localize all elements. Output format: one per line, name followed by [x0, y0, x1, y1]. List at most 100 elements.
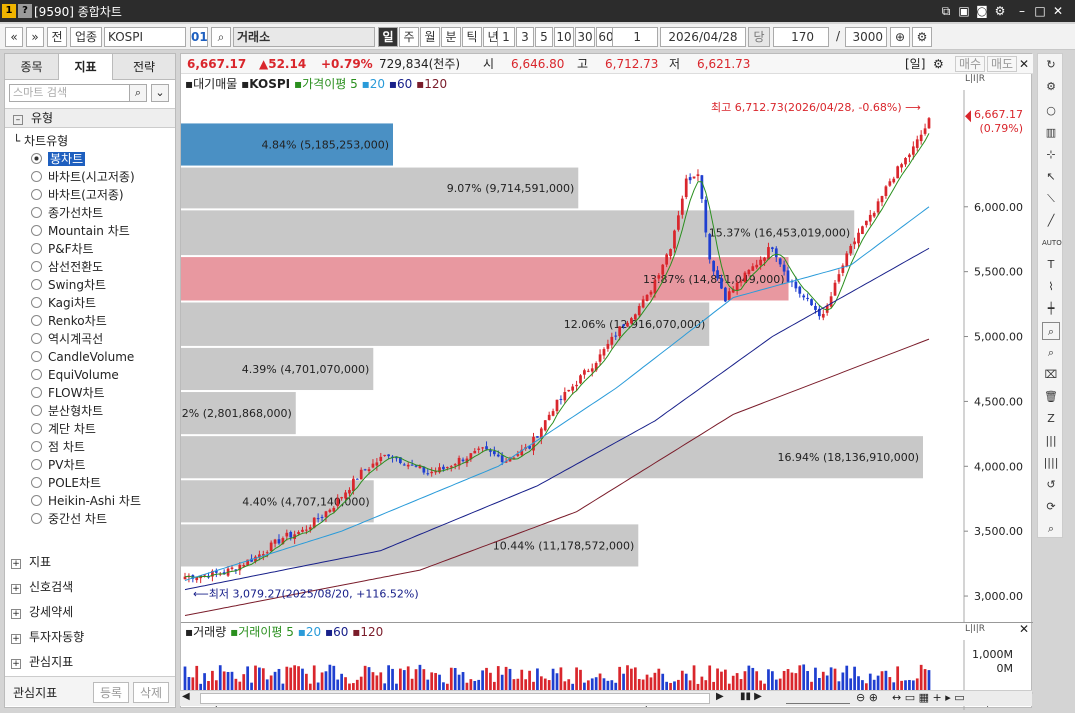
radio-icon[interactable]: [31, 225, 42, 236]
interval-button-1[interactable]: 3: [516, 27, 534, 47]
count-select[interactable]: 1: [612, 27, 658, 47]
zoom-reset-icon[interactable]: ↔ ▭ ▦ + ▸ ▭: [892, 691, 965, 704]
reload-icon[interactable]: ⟳: [1042, 498, 1060, 516]
text-icon[interactable]: T: [1042, 256, 1060, 274]
attach-icon[interactable]: ⌇: [1042, 278, 1060, 296]
close-icon[interactable]: ✕: [1050, 3, 1066, 19]
chart-type-item[interactable]: P&F차트: [31, 240, 94, 258]
chart-type-item[interactable]: 계단 차트: [31, 420, 96, 438]
nav-prev-button[interactable]: «: [5, 27, 23, 47]
maximize-icon[interactable]: □: [1032, 3, 1048, 19]
gear-icon[interactable]: ⚙: [933, 54, 944, 74]
chart-type-item[interactable]: CandleVolume: [31, 348, 134, 366]
expand-icon[interactable]: +: [11, 634, 21, 644]
interval-button-3[interactable]: 10: [554, 27, 574, 47]
radio-icon[interactable]: [31, 351, 42, 362]
settings-icon[interactable]: ⚙: [1042, 78, 1060, 96]
search-icon[interactable]: ⌕: [129, 84, 147, 102]
scroll-track[interactable]: [200, 693, 710, 704]
chart-type-item[interactable]: Mountain 차트: [31, 222, 130, 240]
section-1[interactable]: + 신호검색: [11, 577, 73, 597]
zigzag-icon[interactable]: Ζ: [1042, 410, 1060, 428]
period-tab-1[interactable]: 주: [399, 27, 419, 47]
delete-button[interactable]: 삭제: [133, 682, 170, 703]
expand-icon[interactable]: +: [11, 584, 21, 594]
tab-stock[interactable]: 종목: [5, 54, 59, 80]
buy-button[interactable]: 매수: [955, 56, 986, 72]
radio-icon[interactable]: [31, 387, 42, 398]
magnify-icon[interactable]: ⌕: [1042, 520, 1060, 538]
date-field[interactable]: 2026/04/28: [660, 27, 746, 47]
register-button[interactable]: 등록: [93, 682, 130, 703]
close-icon[interactable]: ✕: [1019, 54, 1029, 74]
expand-icon[interactable]: +: [11, 559, 21, 569]
price-chart[interactable]: 3,000.00 3,500.00 4,000.00 4,500.00 5,000.00…: [181, 90, 1033, 710]
chart-type-item[interactable]: FLOW차트: [31, 384, 105, 402]
radio-icon[interactable]: [31, 477, 42, 488]
radio-icon[interactable]: [31, 495, 42, 506]
type-section-header[interactable]: – 유형: [5, 108, 175, 128]
auto-icon[interactable]: AUTO: [1042, 234, 1062, 252]
chart-type-item[interactable]: PV차트: [31, 456, 86, 474]
chart-type-item[interactable]: 점 차트: [31, 438, 85, 456]
help-icon[interactable]: ?: [18, 4, 32, 18]
radio-icon[interactable]: [31, 279, 42, 290]
period-tab-3[interactable]: 분: [441, 27, 461, 47]
exchange-field[interactable]: 거래소: [233, 27, 375, 47]
close-icon[interactable]: ✕: [1019, 622, 1029, 636]
refresh-icon[interactable]: ↻: [1042, 56, 1060, 74]
search-icon[interactable]: ⌕: [211, 27, 231, 47]
pause-icon[interactable]: ▮▮ ▶: [740, 691, 762, 702]
columns-icon[interactable]: ||||: [1042, 454, 1060, 472]
chart-type-item[interactable]: POLE차트: [31, 474, 101, 492]
period-tab-0[interactable]: 일: [378, 27, 398, 47]
radio-icon[interactable]: [31, 423, 42, 434]
total-field[interactable]: 3000: [845, 27, 887, 47]
pointer-icon[interactable]: ↖: [1042, 168, 1060, 186]
bar-chart-icon[interactable]: ▥: [1042, 124, 1060, 142]
tab-strategy[interactable]: 전략: [113, 54, 175, 80]
section-2[interactable]: + 강세약세: [11, 602, 73, 622]
radio-icon[interactable]: [31, 369, 42, 380]
scroll-right-button[interactable]: ▶: [716, 691, 724, 702]
zoom-in-icon[interactable]: ⊕: [890, 27, 910, 47]
vol-scale-mode-icon[interactable]: L|I|R: [965, 624, 985, 634]
circle-icon[interactable]: ○: [1042, 102, 1060, 120]
minimize-icon[interactable]: –: [1014, 3, 1030, 19]
chart-type-item[interactable]: Kagi차트: [31, 294, 96, 312]
chart-type-item[interactable]: 바차트(고저종): [31, 186, 124, 204]
candles-icon[interactable]: ┿: [1042, 300, 1060, 318]
radio-icon[interactable]: [31, 333, 42, 344]
scroll-left-button[interactable]: ◀: [182, 691, 190, 702]
zoom-minus-icon[interactable]: ⊖ ⊕: [856, 691, 878, 704]
erase-icon[interactable]: ⌧: [1042, 366, 1060, 384]
chart-type-item[interactable]: Heikin-Ashi 차트: [31, 492, 141, 510]
chart-type-item[interactable]: 역시계곡선: [31, 330, 103, 348]
bars-field[interactable]: 170: [773, 27, 829, 47]
crosshair-icon[interactable]: ⊹: [1042, 146, 1060, 164]
radio-icon[interactable]: [31, 207, 42, 218]
grid-icon[interactable]: |||: [1042, 432, 1060, 450]
radio-icon[interactable]: [31, 153, 42, 164]
zoom-icon[interactable]: ⌕: [1042, 322, 1060, 340]
chart-type-item[interactable]: 종가선차트: [31, 204, 103, 222]
zoom-slider[interactable]: [786, 693, 850, 704]
code-box[interactable]: 01: [190, 27, 208, 47]
time-scrollbar[interactable]: ◀ ▶ ▮▮ ▶ ⊖ ⊕ ↔ ▭ ▦ + ▸ ▭: [180, 690, 1032, 706]
dang-button[interactable]: 당: [748, 27, 770, 47]
section-4[interactable]: + 관심지표: [11, 652, 73, 672]
chart-type-item[interactable]: 삼선전환도: [31, 258, 103, 276]
radio-icon[interactable]: [31, 459, 42, 470]
trash-icon[interactable]: 🗑: [1042, 388, 1060, 406]
save-icon[interactable]: ▣: [956, 3, 972, 19]
period-tab-2[interactable]: 월: [420, 27, 440, 47]
prev-button[interactable]: 전: [47, 27, 67, 47]
radio-icon[interactable]: [31, 297, 42, 308]
undo-icon[interactable]: ↺: [1042, 476, 1060, 494]
chart-type-item[interactable]: 바차트(시고저종): [31, 168, 135, 186]
period-tab-4[interactable]: 틱: [462, 27, 482, 47]
radio-icon[interactable]: [31, 171, 42, 182]
interval-button-4[interactable]: 30: [575, 27, 595, 47]
camera-icon[interactable]: ◙: [974, 3, 990, 19]
sell-button[interactable]: 매도: [987, 56, 1018, 72]
